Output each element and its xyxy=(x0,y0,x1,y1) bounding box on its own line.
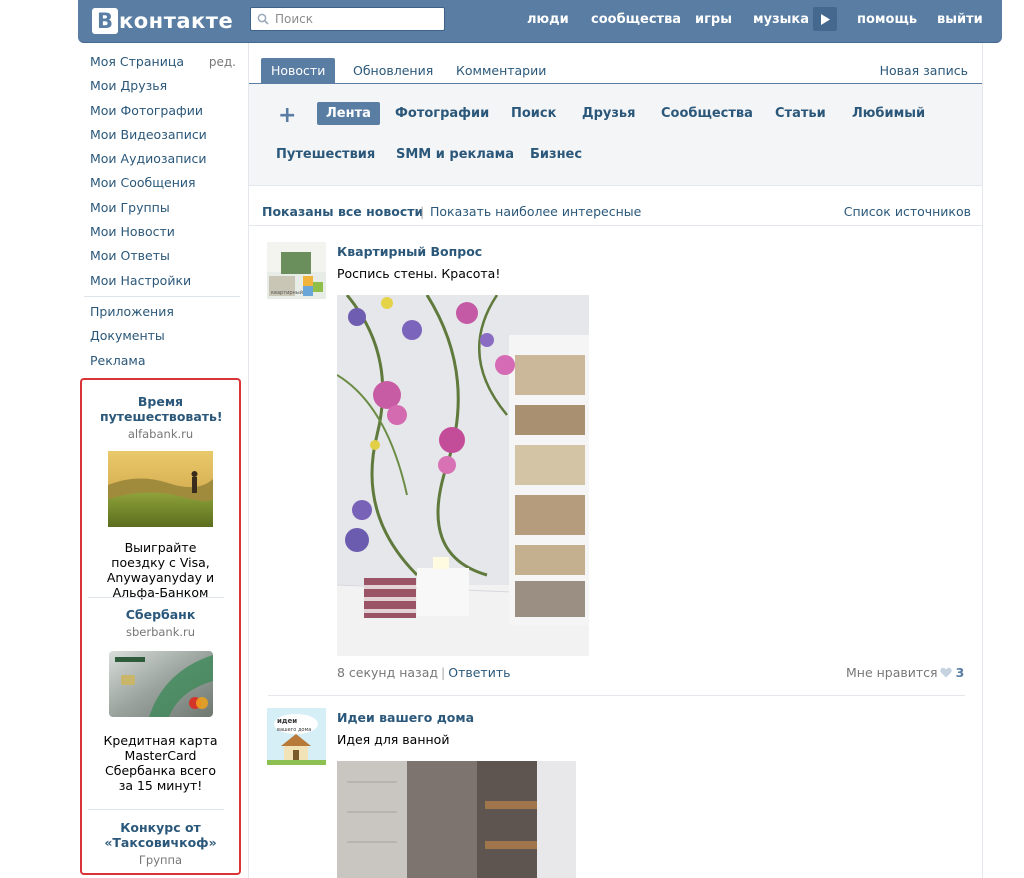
sidebar-item-apps[interactable]: Приложения xyxy=(90,300,240,324)
post-avatar[interactable]: идеи вашего дома xyxy=(267,708,326,765)
filter-communities[interactable]: Сообщества xyxy=(661,102,753,125)
new-post-link[interactable]: Новая запись xyxy=(880,63,968,78)
ad-title: Сбербанк xyxy=(125,607,196,622)
ad-image-travel xyxy=(108,451,213,527)
sidebar-item-photos[interactable]: Мои Фотографии xyxy=(90,99,240,123)
post-meta: 8 секунд назад | Ответить xyxy=(337,665,510,680)
sidebar-item-friends[interactable]: Мои Друзья xyxy=(90,74,240,98)
tab-updates[interactable]: Обновления xyxy=(343,58,443,84)
nav-music-label: музыка xyxy=(753,11,810,27)
filter-search[interactable]: Поиск xyxy=(511,102,556,125)
separator: | xyxy=(441,665,446,680)
search-box[interactable] xyxy=(250,7,445,31)
post-avatar[interactable]: квартирный xyxy=(267,242,326,299)
search-icon xyxy=(257,13,269,25)
ad-title: Время путешествовать! xyxy=(100,394,223,424)
sidebar-item-settings[interactable]: Мои Настройки xyxy=(90,269,240,293)
tab-news[interactable]: Новости xyxy=(261,58,336,84)
svg-text:идеи: идеи xyxy=(277,717,297,725)
sidebar-item-groups[interactable]: Мои Группы xyxy=(90,196,240,220)
sidebar-item-answers[interactable]: Мои Ответы xyxy=(90,244,240,268)
ad-image-credit-card xyxy=(108,651,213,717)
filter-business[interactable]: Бизнес xyxy=(530,143,582,166)
separator: | xyxy=(420,204,425,219)
ad-sberbank[interactable]: Сбербанк sberbank.ru Кредитная карта Mas… xyxy=(82,607,239,793)
vk-logo[interactable]: В контакте xyxy=(92,7,233,35)
svg-text:вашего дома: вашего дома xyxy=(277,727,311,733)
search-input[interactable] xyxy=(275,12,435,26)
ad-domain: alfabank.ru xyxy=(127,427,194,441)
sidebar-divider xyxy=(84,296,240,297)
post-divider xyxy=(268,695,965,696)
post-photo-wall-painting[interactable] xyxy=(337,295,589,656)
post-text: Роспись стены. Красота! xyxy=(337,266,501,281)
nav-communities[interactable]: сообщества xyxy=(591,0,681,38)
nav-help[interactable]: помощь xyxy=(857,0,917,38)
filter-travel[interactable]: Путешествия xyxy=(276,143,375,166)
edit-link[interactable]: ред. xyxy=(209,50,236,74)
ad-description: Кредитная карта MasterCard Сбербанка все… xyxy=(103,733,218,793)
sidebar-item-documents[interactable]: Документы xyxy=(90,324,240,348)
ads-block: Время путешествовать! alfabank.ru Выигра… xyxy=(80,378,241,875)
ad-taksovichkof[interactable]: Конкурс от «Таксовичкоф» Группа xyxy=(82,820,239,867)
like-label: Мне нравится xyxy=(846,665,938,680)
nav-games-label: игры xyxy=(695,11,732,27)
sidebar-item-news[interactable]: Мои Новости xyxy=(90,220,240,244)
nav-games[interactable]: игры xyxy=(695,0,732,38)
filter-photos[interactable]: Фотографии xyxy=(395,102,489,125)
filter-smm[interactable]: SMM и реклама xyxy=(396,143,514,166)
sidebar-item-label: Моя Страница xyxy=(90,54,184,69)
like-count: 3 xyxy=(955,665,965,680)
nav-help-label: помощь xyxy=(857,11,918,27)
nav-people[interactable]: люди xyxy=(527,0,569,38)
show-interesting-link[interactable]: Показать наиболее интересные xyxy=(430,204,641,219)
feed-filters: + Лента Фотографии Поиск Друзья Сообщест… xyxy=(249,84,982,186)
ad-divider xyxy=(88,809,224,810)
logo-letter: В xyxy=(92,8,118,34)
play-icon xyxy=(820,13,830,25)
filter-feed[interactable]: Лента xyxy=(317,102,380,125)
logo-text: контакте xyxy=(119,9,234,33)
reply-link[interactable]: Ответить xyxy=(448,665,510,680)
nav-music[interactable]: музыка xyxy=(753,0,809,38)
top-header: В контакте люди сообщества игры музыка п… xyxy=(78,0,1002,43)
ad-divider xyxy=(88,597,224,598)
news-display-bar: Показаны все новости | Показать наиболее… xyxy=(249,196,982,226)
nav-communities-label: сообщества xyxy=(591,11,682,27)
main-border-right xyxy=(982,43,983,878)
filter-friends[interactable]: Друзья xyxy=(582,102,635,125)
sidebar-item-audio[interactable]: Мои Аудиозаписи xyxy=(90,147,240,171)
like-button[interactable]: Мне нравится 3 xyxy=(846,665,964,680)
sidebar-menu-secondary: Приложения Документы Реклама xyxy=(90,300,240,373)
nav-people-label: люди xyxy=(527,11,569,27)
sidebar-item-videos[interactable]: Мои Видеозаписи xyxy=(90,123,240,147)
ad-title: Конкурс от «Таксовичкоф» xyxy=(104,820,217,850)
sidebar-item-my-page[interactable]: Моя Страница ред. xyxy=(90,50,240,74)
tab-comments[interactable]: Комментарии xyxy=(446,58,556,84)
news-tabs: Новости Обновления Комментарии Новая зап… xyxy=(249,43,982,84)
ad-description: Выиграйте поездку с Visa, Anywayanyday и… xyxy=(106,540,215,600)
ad-domain: Группа xyxy=(138,853,183,867)
svg-text:квартирный: квартирный xyxy=(271,289,303,296)
post-time[interactable]: 8 секунд назад xyxy=(337,665,438,680)
add-filter-icon[interactable]: + xyxy=(278,105,296,127)
sidebar-item-ads[interactable]: Реклама xyxy=(90,349,240,373)
sources-list-link[interactable]: Список источников xyxy=(844,204,971,219)
post-photo-bathroom[interactable] xyxy=(337,761,576,878)
sidebar-menu: Моя Страница ред. Мои Друзья Мои Фотограф… xyxy=(90,50,240,293)
ad-alfabank[interactable]: Время путешествовать! alfabank.ru Выигра… xyxy=(82,394,239,600)
sidebar-item-messages[interactable]: Мои Сообщения xyxy=(90,171,240,195)
post-text: Идея для ванной xyxy=(337,732,450,747)
nav-logout-label: выйти xyxy=(937,11,983,27)
filter-favorite[interactable]: Любимый xyxy=(852,102,925,125)
music-play-button[interactable] xyxy=(813,7,837,31)
ad-domain: sberbank.ru xyxy=(125,625,196,639)
filter-articles[interactable]: Статьи xyxy=(775,102,826,125)
post-author[interactable]: Идеи вашего дома xyxy=(337,710,474,725)
heart-icon xyxy=(939,667,952,678)
nav-logout[interactable]: выйти xyxy=(937,0,983,38)
post-author[interactable]: Квартирный Вопрос xyxy=(337,244,482,259)
show-all-news[interactable]: Показаны все новости xyxy=(262,204,423,219)
